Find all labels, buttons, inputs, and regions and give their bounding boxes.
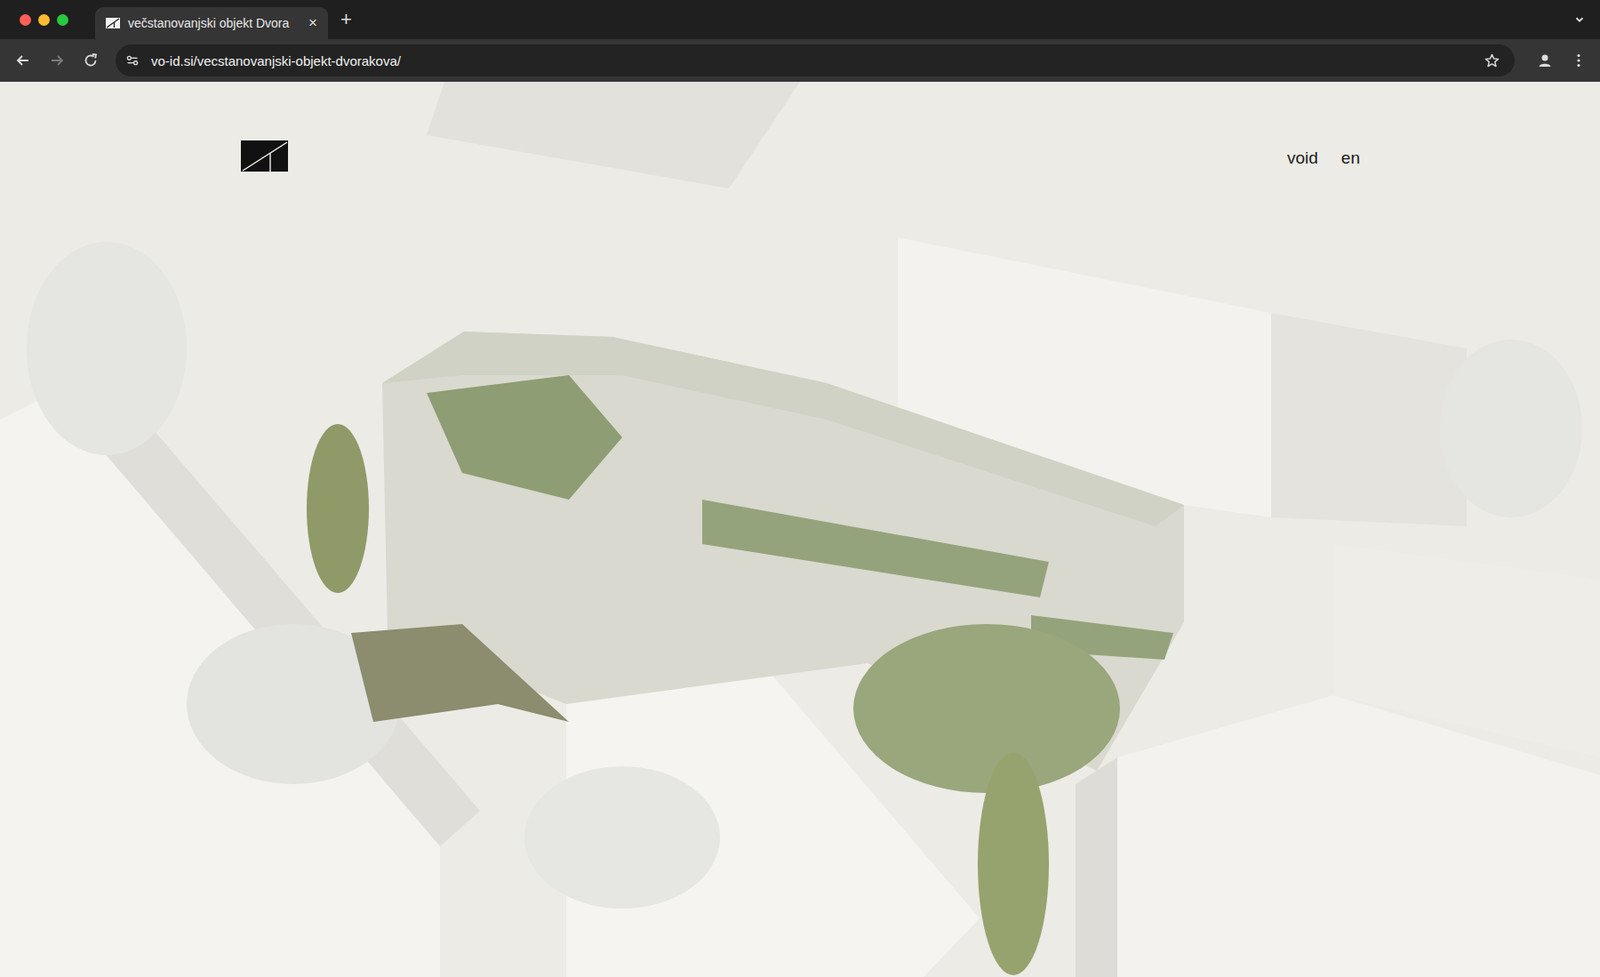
profile-icon[interactable] [1536, 51, 1554, 70]
new-tab-button[interactable]: + [340, 8, 352, 32]
bookmark-star-icon[interactable] [1483, 52, 1501, 70]
site-nav: void en [1287, 140, 1360, 168]
site-settings-icon[interactable] [124, 52, 141, 69]
residential-building [306, 331, 1184, 976]
minimize-window-icon[interactable] [38, 14, 50, 26]
url-text: vo-id.si/vecstanovanjski-objekt-dvorakov… [151, 53, 401, 69]
favicon-icon [105, 17, 120, 29]
back-arrow-icon[interactable] [14, 51, 32, 70]
tab-search-chevron-icon[interactable] [1573, 13, 1586, 26]
maximize-window-icon[interactable] [56, 14, 69, 26]
context-buildings [0, 81, 1600, 977]
tab-close-button[interactable]: × [308, 14, 318, 32]
tab-strip: večstanovanjski objekt Dvora × + [0, 0, 1600, 40]
menu-dots-icon[interactable] [1569, 51, 1588, 70]
nav-link[interactable]: en [1341, 148, 1360, 168]
address-bar[interactable]: vo-id.si/vecstanovanjski-objekt-dvorakov… [115, 44, 1515, 77]
browser-tab[interactable]: večstanovanjski objekt Dvora × [95, 7, 328, 40]
trees [26, 241, 1583, 909]
toolbar: vo-id.si/vecstanovanjski-objekt-dvorakov… [0, 39, 1600, 82]
architectural-rendering [0, 81, 1600, 977]
window-controls [19, 14, 69, 26]
nav-link[interactable]: void [1287, 148, 1319, 168]
forward-arrow-icon[interactable] [48, 51, 66, 70]
close-window-icon[interactable] [19, 14, 32, 26]
void-logo-icon[interactable] [240, 140, 288, 172]
tab-title: večstanovanjski objekt Dvora [128, 16, 301, 31]
web-page: void en [0, 81, 1600, 977]
browser-window: večstanovanjski objekt Dvora × + vo-id.s… [0, 0, 1600, 977]
reload-icon[interactable] [81, 51, 100, 70]
site-header: void en [0, 81, 1600, 172]
